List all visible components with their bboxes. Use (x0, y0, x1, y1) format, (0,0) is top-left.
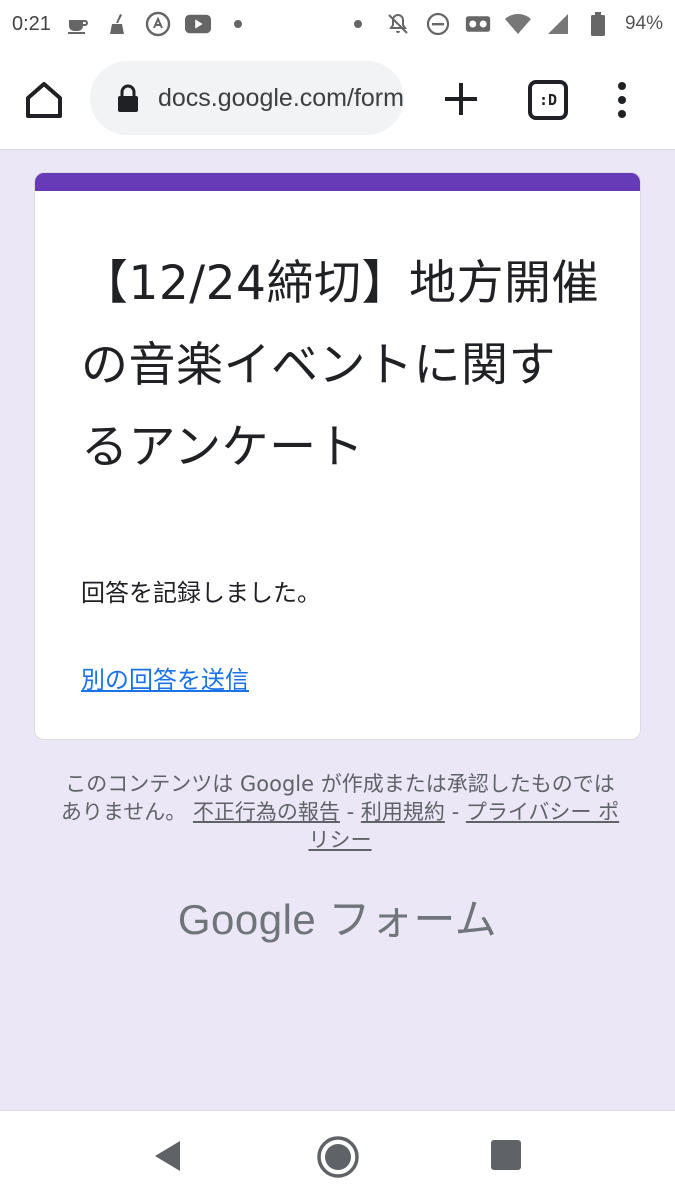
navigation-bar (0, 1110, 675, 1200)
terms-link[interactable]: 利用規約 (361, 800, 445, 824)
lock-icon (118, 84, 138, 112)
wifi-icon (504, 11, 531, 37)
browser-toolbar: docs.google.com/forms :D (0, 48, 675, 150)
confirmation-message: 回答を記録しました。 (81, 579, 321, 607)
home-nav-button[interactable] (316, 1135, 360, 1179)
home-icon (26, 82, 62, 118)
do-not-disturb-icon (425, 11, 451, 37)
back-button[interactable] (152, 1139, 184, 1173)
card-accent-bar (35, 173, 640, 191)
more-vert-icon (618, 82, 626, 118)
privacy-policy-link[interactable]: プライバシー ポリシー (309, 800, 620, 852)
back-triangle-icon (155, 1141, 180, 1171)
cell-signal-icon (545, 11, 571, 37)
form-card: 【12/24締切】地方開催の音楽イベントに関するアンケート 回答を記録しました。… (34, 172, 641, 740)
overflow-menu-button[interactable] (612, 80, 632, 120)
clock: 0:21 (12, 12, 51, 35)
notifications-off-icon (385, 11, 411, 37)
app-circle-icon (145, 11, 171, 37)
address-bar[interactable]: docs.google.com/forms (90, 61, 404, 135)
separator: - (451, 800, 460, 824)
tab-switcher-label: :D (538, 91, 558, 109)
coffee-icon (65, 11, 91, 37)
submit-another-response-link[interactable]: 別の回答を送信 (81, 660, 249, 695)
disclaimer: このコンテンツは Google が作成または承認したものではありません。 不正行… (60, 770, 620, 854)
google-forms-logo[interactable]: Google フォーム (0, 886, 675, 947)
vr-icon (465, 11, 491, 37)
report-abuse-link[interactable]: 不正行為の報告 (193, 800, 340, 824)
separator: - (346, 800, 355, 824)
form-title: 【12/24締切】地方開催の音楽イベントに関するアンケート (81, 256, 599, 475)
dot-icon (345, 11, 371, 37)
battery-icon (585, 11, 611, 37)
battery-percent: 94% (624, 13, 663, 34)
status-bar: 0:21 94% (0, 0, 675, 48)
url-text: docs.google.com/forms (158, 83, 404, 112)
youtube-icon (184, 11, 211, 37)
recents-button[interactable] (491, 1140, 521, 1170)
broom-icon (105, 11, 131, 37)
home-button[interactable] (22, 78, 66, 122)
new-tab-button[interactable] (440, 78, 482, 120)
tab-switcher-button[interactable]: :D (528, 80, 568, 120)
dot-icon (225, 11, 251, 37)
plus-icon (445, 83, 477, 115)
home-circle-icon (317, 1136, 359, 1178)
